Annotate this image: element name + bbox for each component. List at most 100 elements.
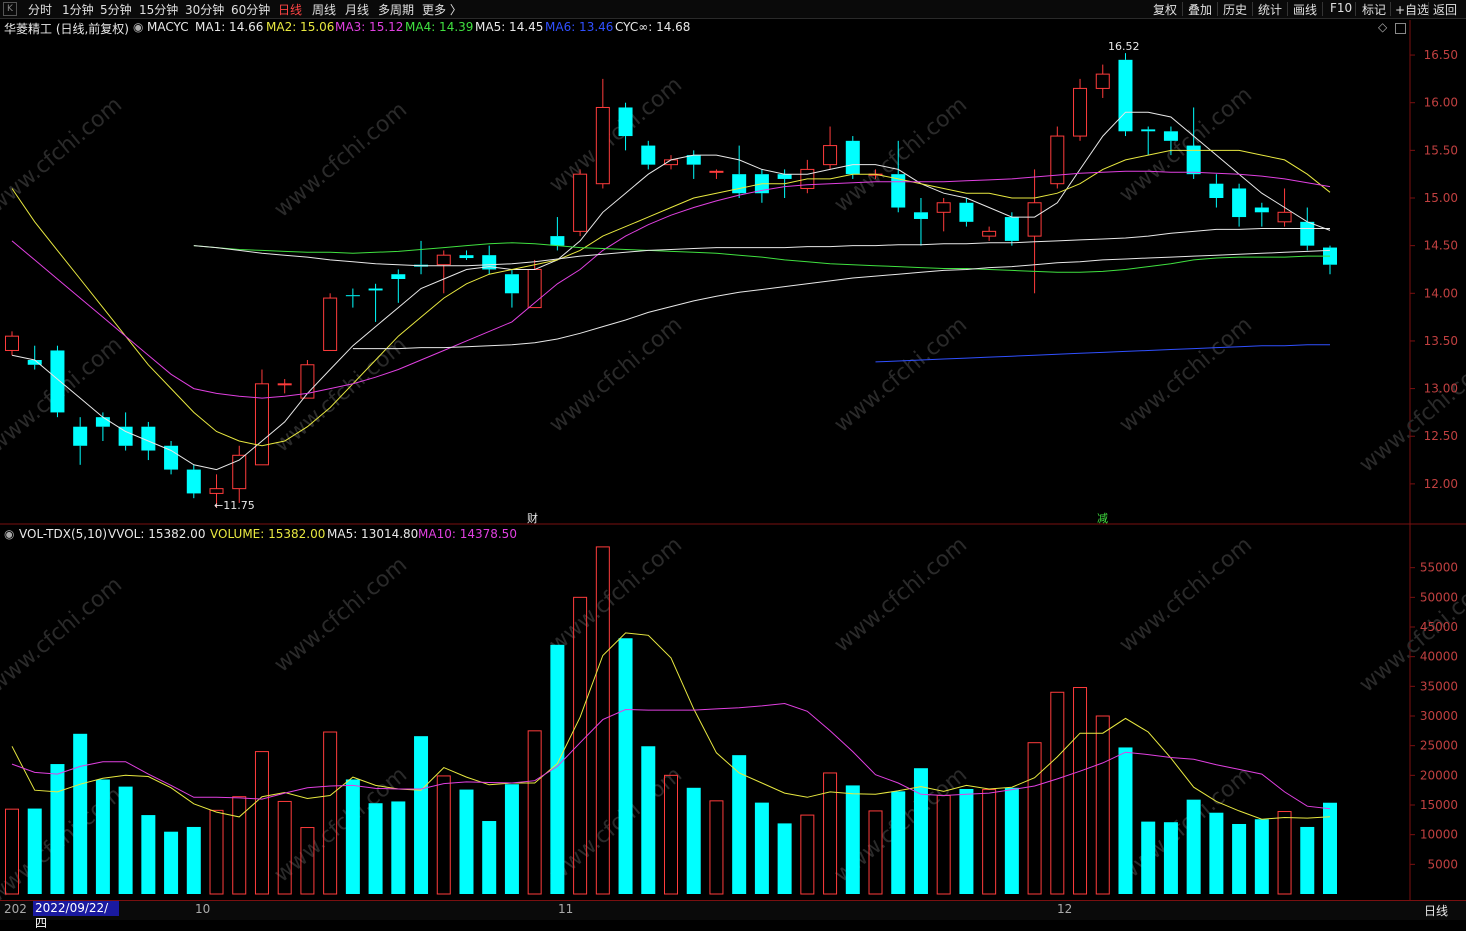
- volume-bar: [95, 779, 110, 894]
- candlestick: [277, 379, 292, 394]
- price-axis-label: 14.00: [1424, 286, 1458, 300]
- volume-bar: [459, 789, 474, 894]
- reduce-marker[interactable]: 减: [1097, 512, 1108, 525]
- volume-axis-label: 15000: [1420, 798, 1458, 812]
- cursor-date-box: 2022/09/22/四: [33, 901, 119, 930]
- volume-bar: [1163, 822, 1178, 894]
- volume-bar: [164, 831, 179, 894]
- candlestick: [1073, 78, 1088, 141]
- candlestick: [709, 169, 724, 179]
- volume-axis-label: 10000: [1420, 828, 1458, 842]
- candlestick: [482, 245, 497, 275]
- volume-bar: [1073, 687, 1088, 895]
- candlestick: [368, 283, 383, 322]
- volume-axis-label: 25000: [1420, 739, 1458, 753]
- candlestick: [732, 145, 747, 198]
- candlestick: [323, 293, 338, 351]
- volume-axis-label: 20000: [1420, 768, 1458, 782]
- volume-bar: [754, 802, 769, 894]
- period-label: 日线: [1424, 904, 1449, 918]
- volume-bar: [1300, 826, 1315, 894]
- ma5-line: [193, 228, 1330, 267]
- volume-bar: [209, 809, 224, 895]
- candlestick: [27, 345, 42, 370]
- watermark-text: www.cfchi.com: [545, 312, 687, 437]
- volume-bar: [732, 755, 747, 894]
- volume-bar: [709, 800, 724, 895]
- volume-bar: [1141, 821, 1156, 894]
- candlestick: [754, 169, 769, 203]
- long-ma-line: [352, 249, 1331, 350]
- volume-bar: [777, 823, 792, 894]
- volume-bar: [845, 785, 860, 894]
- volume-bar: [414, 736, 429, 894]
- volume-bar: [391, 801, 406, 894]
- volume-bar: [1186, 799, 1201, 894]
- watermark-text: www.cfchi.com: [545, 72, 687, 197]
- volume-bar: [1254, 819, 1269, 894]
- candlestick: [1323, 245, 1337, 275]
- candlestick: [982, 226, 997, 241]
- candlestick: [823, 126, 838, 170]
- finance-marker[interactable]: 财: [527, 511, 538, 525]
- volume-bar: [936, 795, 951, 895]
- candlestick: [1254, 202, 1269, 227]
- candlestick: [959, 198, 974, 227]
- volume-bar: [1277, 811, 1292, 895]
- volume-bar: [1050, 691, 1065, 895]
- candlestick: [573, 169, 588, 237]
- volume-bar: [368, 803, 383, 894]
- candlestick: [1118, 53, 1133, 137]
- date-tick-oct: 10: [195, 902, 211, 916]
- volume-bar: [527, 730, 542, 895]
- volume-bar: [891, 791, 906, 894]
- price-axis-label: 13.50: [1424, 334, 1458, 348]
- volume-bar: [504, 784, 519, 894]
- candlestick: [232, 445, 247, 503]
- date-tick-dec: 12: [1057, 902, 1073, 916]
- volume-bar: [141, 815, 156, 894]
- volume-bar: [118, 786, 133, 894]
- volume-bar: [73, 733, 88, 894]
- watermark-text: www.cfchi.com: [545, 532, 687, 657]
- candlestick: [595, 78, 610, 189]
- candlestick: [845, 136, 860, 179]
- watermark-text: www.cfchi.com: [1115, 312, 1257, 437]
- candlestick: [1232, 183, 1247, 227]
- volume-bar: [436, 775, 451, 895]
- kline-chart[interactable]: www.cfchi.com www.cfchi.com www.cfchi.com w…: [0, 0, 1466, 900]
- candlestick: [5, 331, 19, 356]
- watermark-text: www.cfchi.com: [270, 97, 412, 222]
- date-tick-nov: 11: [558, 902, 574, 916]
- candlestick: [1141, 126, 1156, 156]
- volume-bar: [232, 796, 247, 895]
- candlestick: [186, 464, 201, 499]
- price-axis-label: 15.00: [1424, 191, 1458, 205]
- volume-bar: [1118, 747, 1133, 894]
- price-axis-label: 13.00: [1424, 382, 1458, 396]
- volume-bar: [800, 814, 815, 895]
- volume-bar: [982, 789, 997, 895]
- candlestick: [641, 140, 656, 170]
- volume-bar: [959, 788, 974, 894]
- price-axis-label: 12.00: [1424, 477, 1458, 491]
- high-annotation: 16.52: [1108, 40, 1140, 53]
- volume-bar: [345, 779, 360, 894]
- candlestick: [73, 417, 88, 465]
- candlestick: [414, 240, 429, 275]
- price-axis-label: 16.00: [1424, 96, 1458, 110]
- candlestick: [345, 288, 360, 308]
- volume-bar: [27, 808, 42, 894]
- candlestick: [1095, 64, 1110, 98]
- candlestick: [1027, 169, 1042, 294]
- date-tick-start: 202: [4, 902, 27, 916]
- volume-bar: [50, 764, 65, 894]
- volume-axis-label: 30000: [1420, 709, 1458, 723]
- volume-bar: [254, 751, 269, 895]
- candlestick: [936, 198, 951, 232]
- volume-bar: [186, 826, 201, 894]
- volume-bar: [618, 638, 633, 894]
- price-axis-label: 14.50: [1424, 239, 1458, 253]
- volume-axis-label: 35000: [1420, 679, 1458, 693]
- watermark-text: www.cfchi.com: [830, 532, 972, 657]
